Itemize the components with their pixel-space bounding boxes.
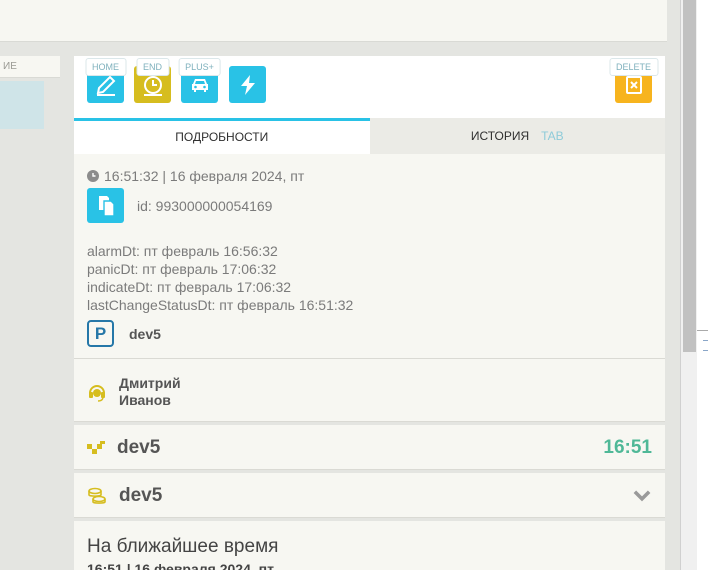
copy-icon bbox=[98, 195, 115, 217]
created-time: 16:51:32 | 16 февраля 2024, пт bbox=[87, 168, 652, 184]
operator-last-name: Иванов bbox=[119, 392, 171, 408]
date-list: alarmDt: пт февраль 16:56:32 panicDt: пт… bbox=[87, 242, 652, 314]
car-section[interactable]: dev5 16:51 bbox=[73, 426, 666, 473]
operator-name: Дмитрий Иванов bbox=[119, 375, 181, 409]
divider bbox=[697, 330, 708, 331]
checker-icon bbox=[87, 440, 105, 454]
car-name: dev5 bbox=[117, 436, 161, 458]
parking-icon: P bbox=[87, 320, 114, 347]
delete-icon bbox=[625, 75, 642, 94]
tab-history[interactable]: ИСТОРИЯ TAB bbox=[370, 118, 666, 154]
tab-details[interactable]: ПОДРОБНОСТИ bbox=[74, 118, 370, 154]
schedule-time: 16:51 | 16 февраля 2024, пт bbox=[87, 561, 274, 570]
hotkey-hint: DELETE bbox=[608, 58, 659, 76]
column-header: ИЕ bbox=[0, 56, 60, 78]
parking-row: P dev5 bbox=[87, 320, 652, 347]
adjacent-window-edge bbox=[697, 0, 708, 570]
car-icon bbox=[191, 78, 208, 92]
hotkey-hint: HOME bbox=[85, 58, 126, 76]
tab-label: ПОДРОБНОСТИ bbox=[175, 130, 269, 144]
gutter bbox=[667, 0, 680, 570]
headset-icon bbox=[89, 385, 105, 402]
quick-action-button[interactable] bbox=[229, 66, 266, 103]
edit-button[interactable]: HOME bbox=[85, 58, 126, 103]
selected-row[interactable] bbox=[0, 81, 44, 129]
schedule-section: На ближайшее время 16:51 | 16 февраля 20… bbox=[74, 522, 665, 570]
indicate-date: indicateDt: пт февраль 17:06:32 bbox=[87, 279, 292, 295]
details-panel: 16:51:32 | 16 февраля 2024, пт id: 99300… bbox=[74, 154, 665, 359]
clock-icon bbox=[143, 75, 162, 96]
timestamp-text: 16:51:32 | 16 февраля 2024, пт bbox=[104, 168, 305, 184]
lightning-icon bbox=[240, 74, 255, 95]
scrollbar[interactable] bbox=[680, 0, 697, 570]
chevron-down-icon[interactable] bbox=[632, 486, 652, 506]
operator-first-name: Дмитрий bbox=[119, 375, 181, 391]
panic-date: panicDt: пт февраль 17:06:32 bbox=[87, 261, 277, 277]
divider bbox=[703, 340, 708, 341]
divider bbox=[703, 350, 708, 351]
schedule-title: На ближайшее время bbox=[87, 536, 279, 557]
clock-icon bbox=[87, 170, 99, 182]
toolbar: HOME END PLUS+ DELETE bbox=[74, 56, 665, 118]
tariff-section[interactable]: dev5 bbox=[73, 474, 666, 521]
delete-button[interactable]: DELETE bbox=[608, 58, 659, 103]
copy-id-button[interactable] bbox=[87, 188, 124, 223]
scroll-thumb[interactable] bbox=[683, 0, 696, 352]
coins-icon bbox=[88, 487, 106, 504]
tab-label: ИСТОРИЯ bbox=[470, 129, 530, 143]
tariff-name: dev5 bbox=[119, 484, 163, 506]
last-change-date: lastChangeStatusDt: пт февраль 16:51:32 bbox=[87, 297, 354, 313]
hotkey-hint: PLUS+ bbox=[178, 58, 221, 76]
alarm-date: alarmDt: пт февраль 16:56:32 bbox=[87, 243, 278, 259]
hotkey-hint: TAB bbox=[541, 129, 564, 143]
timer-button[interactable]: END bbox=[134, 58, 171, 103]
left-panel: ИЕ bbox=[0, 56, 60, 570]
parking-name: dev5 bbox=[129, 325, 161, 342]
pencil-icon bbox=[96, 75, 115, 96]
order-card: HOME END PLUS+ DELETE ПОДРОБНОСТИ ИСТОРИ… bbox=[73, 56, 666, 570]
tab-bar: ПОДРОБНОСТИ ИСТОРИЯ TAB bbox=[74, 118, 665, 154]
assign-car-button[interactable]: PLUS+ bbox=[178, 58, 221, 103]
hotkey-hint: END bbox=[135, 58, 170, 76]
operator-section: Дмитрий Иванов bbox=[73, 363, 666, 425]
order-id: id: 993000000054169 bbox=[137, 197, 273, 214]
car-time: 16:51 bbox=[603, 436, 652, 458]
top-panel bbox=[0, 0, 667, 42]
id-row: id: 993000000054169 bbox=[87, 188, 652, 223]
